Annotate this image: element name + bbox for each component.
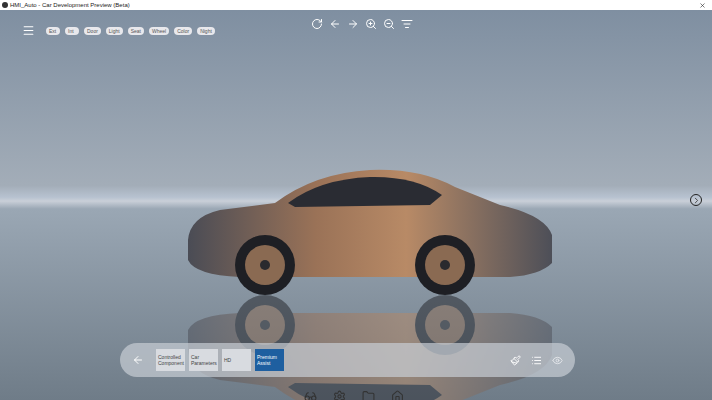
eye-icon[interactable] — [552, 355, 563, 366]
toolbar-item[interactable]: Car Parameters — [189, 349, 218, 371]
view-pill[interactable]: Light — [106, 27, 123, 35]
toolbar-item[interactable]: Premium Assist — [255, 349, 284, 371]
view-pill[interactable]: Ext — [46, 27, 60, 35]
toolbar-item[interactable]: Controlled Component — [156, 349, 185, 371]
view-pill[interactable]: Seat — [128, 27, 144, 35]
window-title: HMI_Auto - Car Development Preview (Beta… — [10, 1, 697, 9]
title-bar: HMI_Auto - Car Development Preview (Beta… — [0, 0, 712, 10]
app-window: HMI_Auto - Car Development Preview (Beta… — [0, 0, 712, 400]
vr-icon[interactable] — [304, 390, 317, 400]
folder-icon[interactable] — [362, 390, 375, 400]
view-pill[interactable]: Color — [174, 27, 192, 35]
close-icon[interactable] — [699, 2, 706, 9]
home-icon[interactable] — [391, 390, 404, 400]
zoom-out-icon[interactable] — [383, 18, 395, 30]
reset-icon[interactable] — [311, 18, 323, 30]
back-icon[interactable] — [329, 18, 341, 30]
toolbar-back-icon[interactable] — [132, 354, 144, 366]
bottom-toolbar: Controlled ComponentCar ParametersHDPrem… — [120, 343, 575, 377]
next-button[interactable] — [690, 194, 702, 206]
viewport[interactable]: Ext Int Door Light Seat Wheel Color Night Contro… — [0, 10, 712, 400]
car-render — [180, 165, 560, 300]
zoom-in-icon[interactable] — [365, 18, 377, 30]
view-pill[interactable]: Int — [65, 27, 79, 35]
list-icon[interactable] — [531, 355, 542, 366]
forward-icon[interactable] — [347, 18, 359, 30]
menu-icon[interactable] — [22, 24, 35, 37]
toolbar-item[interactable]: HD — [222, 349, 251, 371]
view-pill[interactable]: Door — [84, 27, 101, 35]
view-pill[interactable]: Night — [197, 27, 215, 35]
filter-icon[interactable] — [401, 18, 413, 30]
chevron-right-icon — [692, 196, 701, 205]
gear-icon[interactable] — [333, 390, 346, 400]
paint-icon[interactable] — [510, 355, 521, 366]
app-icon — [2, 2, 8, 8]
view-pill[interactable]: Wheel — [149, 27, 169, 35]
